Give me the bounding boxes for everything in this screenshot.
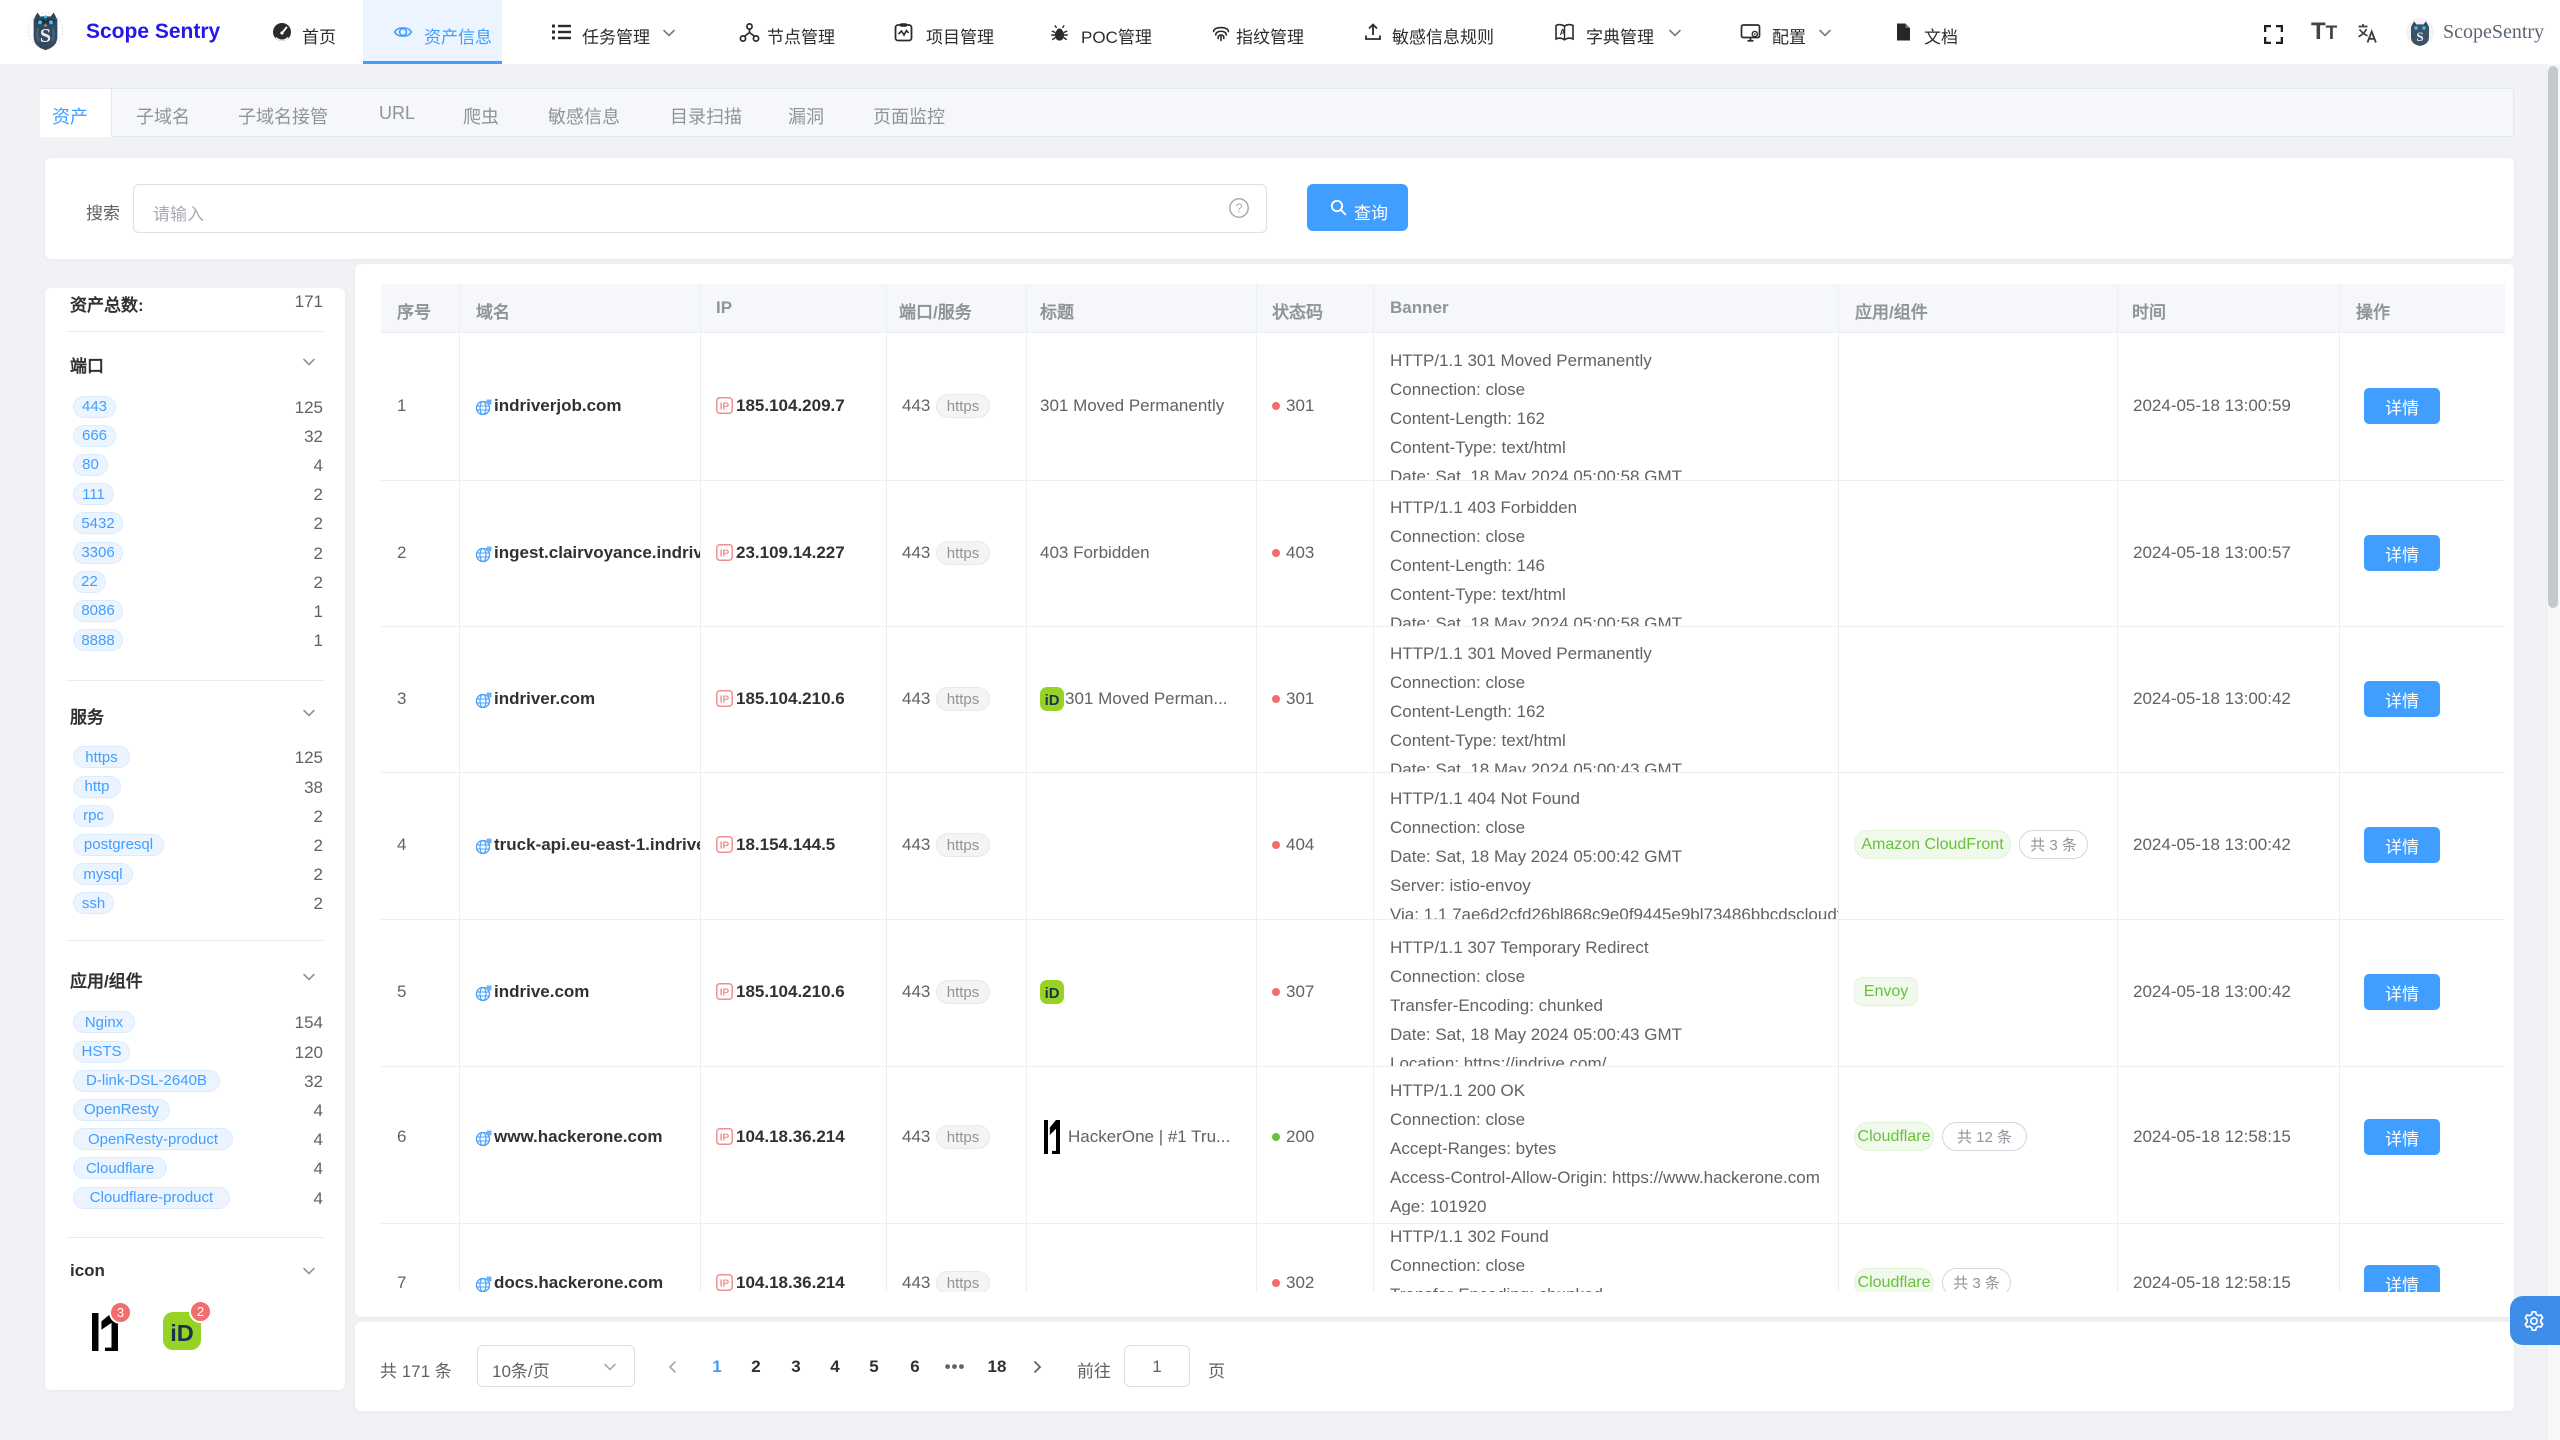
svg-text:iD: iD: [1045, 693, 1060, 709]
svg-text:IP: IP: [720, 1132, 730, 1143]
svg-text:IP: IP: [720, 694, 730, 705]
svg-text:IP: IP: [720, 987, 730, 998]
svg-text:iD: iD: [1045, 986, 1060, 1002]
svg-text:iD: iD: [170, 1320, 194, 1346]
svg-text:S: S: [40, 25, 51, 47]
svg-text:IP: IP: [720, 840, 730, 851]
svg-text:IP: IP: [720, 401, 730, 412]
svg-text:IP: IP: [720, 1278, 730, 1289]
svg-text:S: S: [2416, 29, 2423, 44]
svg-text:A: A: [1560, 28, 1566, 37]
svg-text:IP: IP: [720, 548, 730, 559]
svg-text:?: ?: [1235, 201, 1242, 216]
